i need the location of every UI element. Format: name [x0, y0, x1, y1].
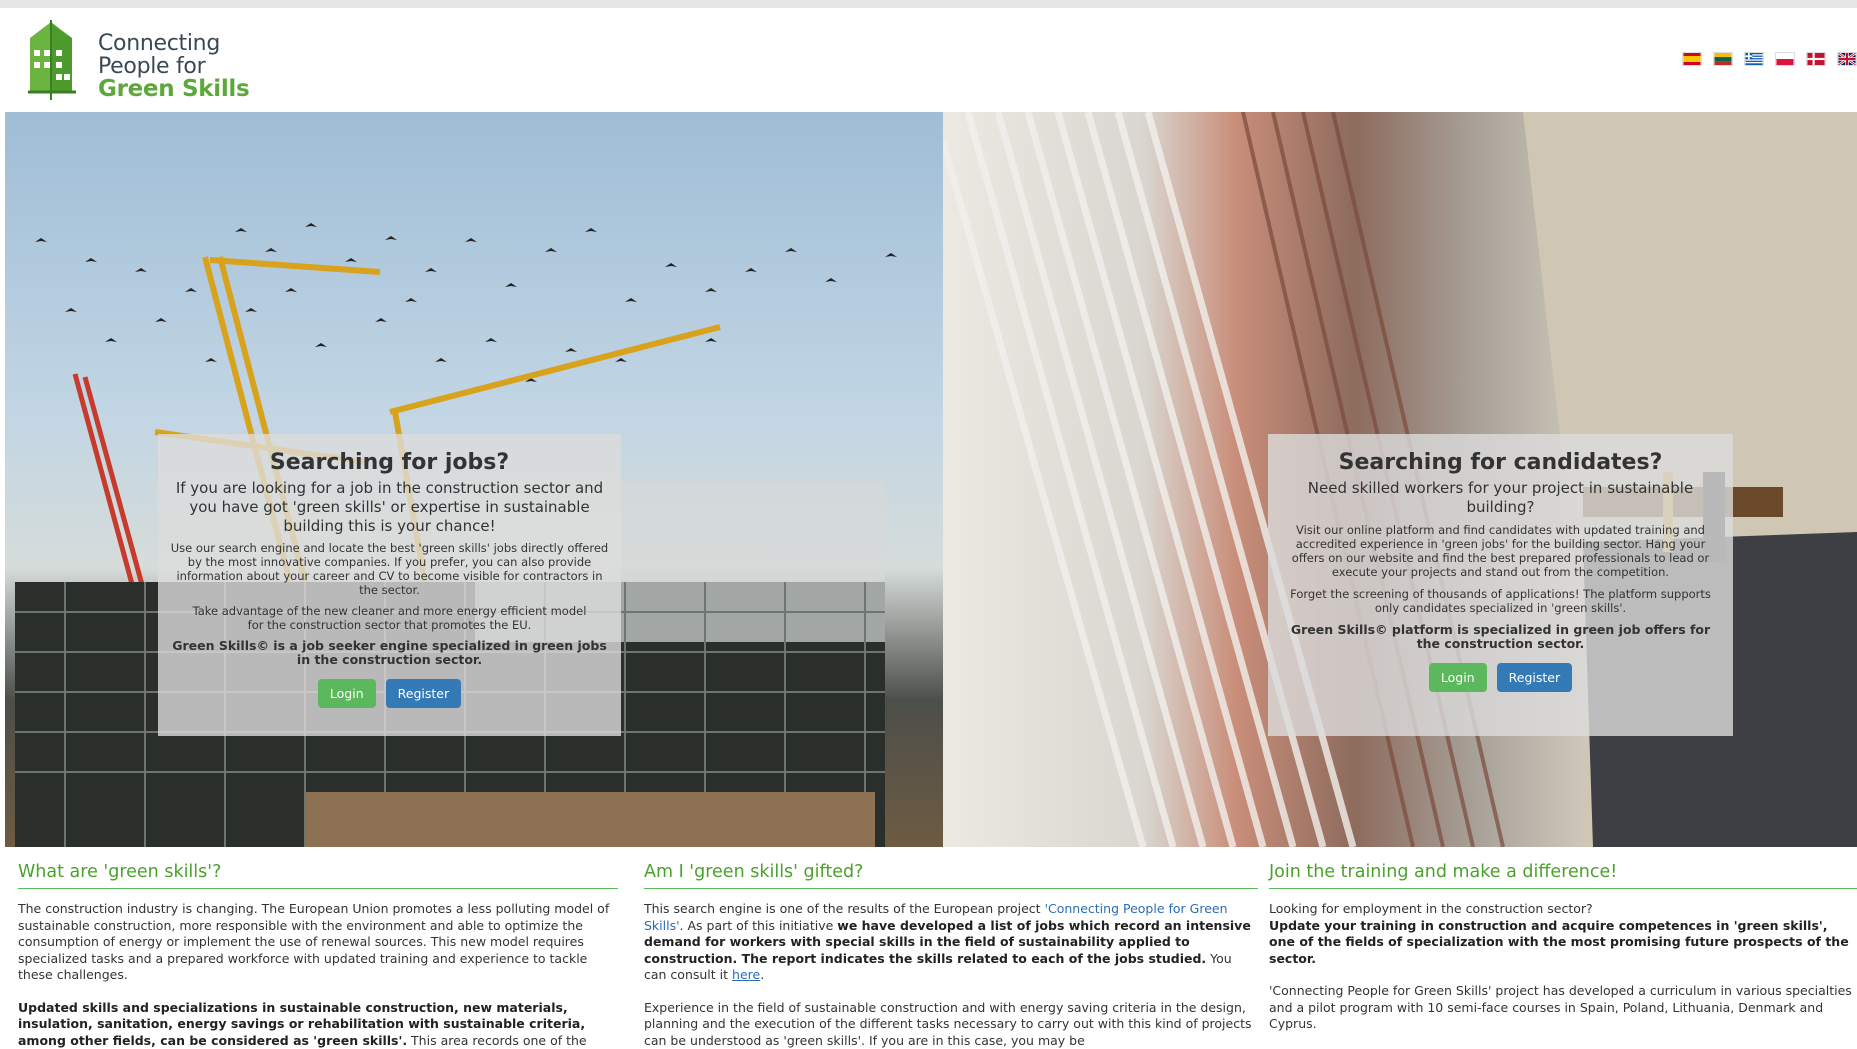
- training-column: Join the training and make a difference!…: [1269, 862, 1857, 1033]
- jobs-panel: Searching for jobs? If you are looking f…: [158, 434, 621, 736]
- green-skills-text-1: The construction industry is changing. T…: [18, 901, 618, 984]
- logo-line-1: Connecting: [98, 32, 249, 55]
- info-columns: What are 'green skills'? The constructio…: [18, 862, 1857, 1047]
- green-skills-text-2: Updated skills and specializations in su…: [18, 1000, 618, 1049]
- gifted-text-1: This search engine is one of the results…: [644, 901, 1258, 984]
- candidates-panel-text-1: Visit our online platform and find candi…: [1280, 523, 1721, 579]
- green-skills-heading: What are 'green skills'?: [18, 862, 618, 889]
- greek-flag-icon[interactable]: [1744, 52, 1764, 66]
- candidates-panel: Searching for candidates? Need skilled w…: [1268, 434, 1733, 736]
- spanish-flag-icon[interactable]: [1682, 52, 1702, 66]
- training-text-a: Looking for employment in the constructi…: [1269, 901, 1593, 916]
- training-text-1: Looking for employment in the constructi…: [1269, 901, 1857, 967]
- training-heading: Join the training and make a difference!: [1269, 862, 1857, 889]
- report-here-link[interactable]: here: [732, 967, 760, 982]
- gifted-text-b: . As part of this initiative: [680, 918, 838, 933]
- gifted-text-d: .: [760, 967, 764, 982]
- site-header: Connecting People for Green Skills: [0, 0, 1857, 112]
- hero-section: Searching for jobs? If you are looking f…: [5, 112, 1857, 847]
- danish-flag-icon[interactable]: [1806, 52, 1826, 66]
- construction-worker-image: Searching for candidates? Need skilled w…: [943, 112, 1857, 847]
- green-skills-column: What are 'green skills'? The constructio…: [18, 862, 618, 1049]
- candidates-panel-title: Searching for candidates?: [1280, 450, 1721, 475]
- gifted-column: Am I 'green skills' gifted? This search …: [644, 862, 1258, 1049]
- jobs-panel-text-3: Green Skills© is a job seeker engine spe…: [168, 639, 611, 667]
- jobs-panel-lead: If you are looking for a job in the cons…: [168, 479, 611, 536]
- candidates-panel-lead: Need skilled workers for your project in…: [1280, 479, 1721, 517]
- candidates-panel-text-2: Forget the screening of thousands of app…: [1280, 587, 1721, 615]
- language-selector: [1682, 52, 1857, 66]
- building-leaf-logo-icon: [20, 20, 82, 102]
- gifted-text-2: Experience in the field of sustainable c…: [644, 1000, 1258, 1049]
- site-logo[interactable]: Connecting People for Green Skills: [20, 20, 249, 102]
- green-skills-rest: This area records one of the: [407, 1033, 587, 1048]
- candidates-register-button[interactable]: Register: [1497, 663, 1572, 692]
- construction-cranes-image: Searching for jobs? If you are looking f…: [5, 112, 943, 847]
- logo-line-2: People for: [98, 55, 249, 78]
- training-text-2: 'Connecting People for Green Skills' pro…: [1269, 983, 1857, 1033]
- candidates-login-button[interactable]: Login: [1429, 663, 1487, 692]
- training-bold: Update your training in construction and…: [1269, 918, 1849, 966]
- gifted-heading: Am I 'green skills' gifted?: [644, 862, 1258, 889]
- jobs-login-button[interactable]: Login: [318, 679, 376, 708]
- candidates-panel-text-3: Green Skills© platform is specialized in…: [1280, 623, 1721, 651]
- jobs-panel-text-2: Take advantage of the new cleaner and mo…: [168, 604, 611, 632]
- lithuanian-flag-icon[interactable]: [1713, 52, 1733, 66]
- logo-line-3: Green Skills: [98, 78, 249, 101]
- jobs-panel-title: Searching for jobs?: [168, 450, 611, 475]
- uk-flag-icon[interactable]: [1837, 52, 1857, 66]
- jobs-register-button[interactable]: Register: [386, 679, 461, 708]
- jobs-panel-text-1: Use our search engine and locate the bes…: [168, 541, 611, 597]
- polish-flag-icon[interactable]: [1775, 52, 1795, 66]
- gifted-text-a: This search engine is one of the results…: [644, 901, 1045, 916]
